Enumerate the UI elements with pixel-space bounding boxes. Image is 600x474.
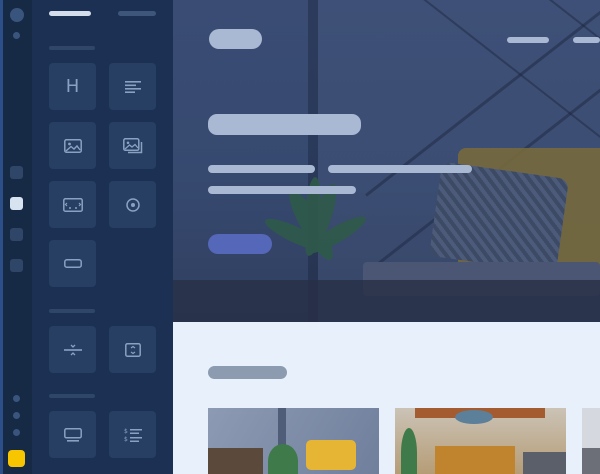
image-icon bbox=[63, 138, 82, 153]
rail-edge bbox=[0, 0, 3, 474]
hero-nav-link-placeholder[interactable] bbox=[507, 37, 549, 43]
section-header-basic bbox=[49, 46, 95, 50]
hero-text-placeholder bbox=[208, 186, 356, 194]
video-tile[interactable] bbox=[109, 181, 156, 228]
room-card[interactable] bbox=[582, 408, 600, 474]
hero-cta-button[interactable] bbox=[208, 234, 272, 254]
hero-text-placeholder bbox=[208, 165, 315, 173]
price-list-tile[interactable]: $ $ bbox=[109, 411, 156, 458]
pages-square-icon[interactable] bbox=[10, 228, 23, 241]
slider-tile[interactable] bbox=[49, 181, 96, 228]
card-tile[interactable] bbox=[49, 411, 96, 458]
divider-icon bbox=[63, 344, 82, 355]
room-photo-chair bbox=[306, 440, 356, 470]
button-tile[interactable] bbox=[49, 240, 96, 287]
room-card[interactable] bbox=[395, 408, 566, 474]
room-photo-art bbox=[455, 410, 493, 424]
left-rail bbox=[0, 0, 32, 474]
hero-title-placeholder bbox=[208, 114, 361, 135]
room-photo-sofa bbox=[208, 448, 263, 474]
gallery-icon bbox=[122, 137, 142, 153]
room-photo-plant bbox=[401, 428, 417, 474]
button-icon bbox=[63, 259, 82, 268]
room-photo-plant bbox=[268, 444, 298, 474]
text-icon bbox=[124, 80, 141, 93]
card-icon bbox=[63, 427, 82, 442]
hero-section[interactable] bbox=[173, 0, 600, 322]
divider-tile[interactable] bbox=[49, 326, 96, 373]
text-tile[interactable] bbox=[109, 63, 156, 110]
menu-dot-icon[interactable] bbox=[13, 395, 20, 402]
app-icon[interactable] bbox=[10, 8, 24, 22]
layout-square-icon[interactable] bbox=[10, 166, 23, 179]
cushion-image bbox=[429, 161, 569, 274]
editor-app: H $ $ bbox=[0, 0, 600, 474]
section-heading-placeholder bbox=[208, 366, 287, 379]
svg-text:$: $ bbox=[124, 436, 128, 443]
svg-text:$: $ bbox=[124, 428, 128, 435]
styles-square-icon[interactable] bbox=[10, 259, 23, 272]
brand-square-icon[interactable] bbox=[8, 450, 25, 467]
gallery-tile[interactable] bbox=[109, 122, 156, 169]
hero-text-placeholder bbox=[328, 165, 472, 173]
heading-tile[interactable]: H bbox=[49, 63, 96, 110]
image-tile[interactable] bbox=[49, 122, 96, 169]
video-icon bbox=[125, 197, 140, 212]
room-photo-sofa bbox=[582, 448, 600, 474]
elements-panel: H $ $ bbox=[32, 0, 173, 474]
section-header-layout bbox=[49, 309, 95, 313]
hero-nav-link-placeholder[interactable] bbox=[573, 37, 600, 43]
spacer-tile[interactable] bbox=[109, 326, 156, 373]
content-section[interactable] bbox=[173, 322, 600, 474]
plant-image bbox=[265, 177, 366, 260]
menu-dot-icon[interactable] bbox=[13, 429, 20, 436]
menu-dot-icon[interactable] bbox=[13, 412, 20, 419]
tab-elements[interactable] bbox=[49, 11, 91, 16]
heading-icon: H bbox=[65, 76, 80, 97]
nav-dot-icon[interactable] bbox=[13, 32, 20, 39]
table-image bbox=[173, 280, 600, 322]
tab-layers[interactable] bbox=[118, 11, 156, 16]
elements-square-icon[interactable] bbox=[10, 197, 23, 210]
price-list-icon: $ $ bbox=[124, 428, 142, 443]
room-photo-sofa bbox=[523, 452, 566, 474]
room-photo-cabinet bbox=[435, 446, 515, 474]
room-card[interactable] bbox=[208, 408, 379, 474]
section-header-content bbox=[49, 394, 95, 398]
hero-logo-placeholder[interactable] bbox=[209, 29, 262, 49]
slider-icon bbox=[62, 197, 83, 212]
spacer-icon bbox=[124, 342, 141, 357]
